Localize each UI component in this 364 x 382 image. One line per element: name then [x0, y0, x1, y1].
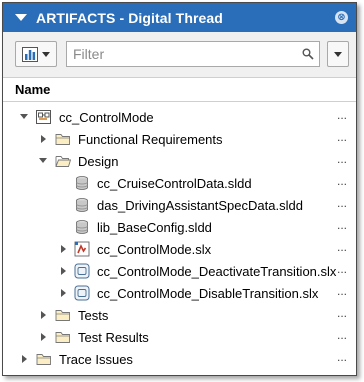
project-icon [36, 110, 51, 124]
tree-row-label: cc_CruiseControlData.sldd [97, 176, 252, 191]
more-actions-button[interactable]: ... [337, 152, 347, 166]
tree-row-label: Functional Requirements [78, 132, 223, 147]
more-actions-button[interactable]: ... [337, 328, 347, 342]
more-actions-button[interactable]: ... [337, 174, 347, 188]
tree-row-label: Tests [78, 308, 109, 323]
tree-row-label: das_DrivingAssistantSpecData.sldd [97, 198, 303, 213]
collapse-panel-icon[interactable] [15, 14, 27, 21]
tree-row-label: cc_ControlMode.slx [97, 242, 212, 257]
artifacts-panel: ARTIFACTS - Digital Thread ⊗ Name [2, 2, 357, 376]
tree-row-label: Test Results [78, 330, 149, 345]
collapsed-arrow-icon[interactable] [41, 135, 46, 143]
view-options-button[interactable] [15, 41, 57, 67]
toolbar [3, 32, 356, 78]
data-dictionary-icon [76, 220, 88, 234]
tree-row[interactable]: cc_CruiseControlData.sldd ... [3, 172, 356, 194]
more-actions-button[interactable]: ... [337, 240, 347, 254]
tree-row-label: Trace Issues [59, 352, 133, 367]
folder-icon [36, 354, 51, 365]
filter-options-button[interactable] [327, 41, 349, 67]
tree-row[interactable]: cc_ControlMode.slx ... [3, 238, 356, 260]
folder-icon [55, 332, 70, 343]
collapsed-arrow-icon[interactable] [61, 245, 66, 253]
data-dictionary-icon [76, 198, 88, 212]
simulink-subsystem-icon [74, 263, 90, 279]
tree-row-label: cc_ControlMode_DeactivateTransition.slx [97, 264, 337, 279]
tree-row-label: lib_BaseConfig.sldd [97, 220, 212, 235]
more-actions-button[interactable]: ... [337, 306, 347, 320]
collapsed-arrow-icon[interactable] [22, 355, 27, 363]
data-dictionary-icon [76, 176, 88, 190]
chevron-down-icon [334, 52, 342, 57]
tree-row[interactable]: Trace Issues ... [3, 348, 356, 370]
column-header[interactable]: Name [3, 78, 356, 102]
more-actions-button[interactable]: ... [337, 262, 347, 276]
folder-icon [55, 310, 70, 321]
chevron-down-icon [42, 52, 50, 57]
panel-titlebar: ARTIFACTS - Digital Thread ⊗ [3, 3, 356, 32]
tree-row[interactable]: cc_ControlMode ... [3, 106, 356, 128]
tree-row[interactable]: Design ... [3, 150, 356, 172]
simulink-subsystem-icon [74, 285, 90, 301]
more-actions-button[interactable]: ... [337, 218, 347, 232]
tree-row-label: cc_ControlMode_DisableTransition.slx [97, 286, 319, 301]
collapsed-arrow-icon[interactable] [41, 333, 46, 341]
close-panel-icon[interactable]: ⊗ [335, 11, 348, 24]
tree-row[interactable]: Tests ... [3, 304, 356, 326]
more-actions-button[interactable]: ... [337, 350, 347, 364]
tree-row[interactable]: Test Results ... [3, 326, 356, 348]
folder-icon [55, 134, 70, 145]
tree-row-label: Design [78, 154, 119, 169]
collapsed-arrow-icon[interactable] [61, 289, 66, 297]
tree-row[interactable]: lib_BaseConfig.sldd ... [3, 216, 356, 238]
tree-row[interactable]: cc_ControlMode_DeactivateTransition.slx … [3, 260, 356, 282]
simulink-model-icon [74, 241, 90, 257]
filter-input[interactable] [66, 41, 320, 67]
tree-row[interactable]: Functional Requirements ... [3, 128, 356, 150]
folder-open-icon [55, 156, 71, 167]
expanded-arrow-icon[interactable] [39, 158, 47, 163]
search-icon[interactable] [302, 48, 314, 60]
collapsed-arrow-icon[interactable] [61, 267, 66, 275]
name-column-header: Name [15, 82, 51, 97]
tree-row[interactable]: cc_ControlMode_DisableTransition.slx ... [3, 282, 356, 304]
more-actions-button[interactable]: ... [337, 284, 347, 298]
more-actions-button[interactable]: ... [337, 130, 347, 144]
collapsed-arrow-icon[interactable] [41, 311, 46, 319]
more-actions-button[interactable]: ... [337, 108, 347, 122]
panel-title: ARTIFACTS - Digital Thread [36, 9, 223, 26]
expanded-arrow-icon[interactable] [20, 114, 28, 119]
tree-row[interactable]: das_DrivingAssistantSpecData.sldd ... [3, 194, 356, 216]
bar-chart-icon [22, 47, 38, 62]
tree-row-label: cc_ControlMode [59, 110, 154, 125]
more-actions-button[interactable]: ... [337, 196, 347, 210]
